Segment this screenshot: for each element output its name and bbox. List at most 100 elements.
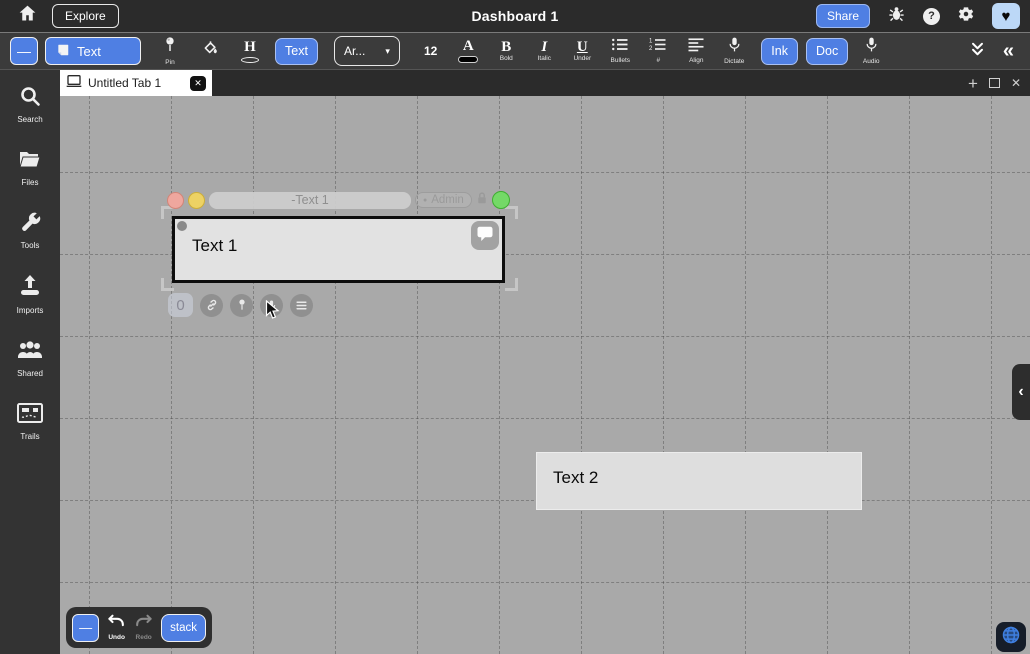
pin-icon [162, 36, 178, 59]
redo-caption: Redo [136, 635, 152, 642]
sidebar-label: Search [17, 116, 42, 124]
comment-button[interactable] [471, 221, 499, 250]
tab-untitled-tab-1[interactable]: Untitled Tab 1 ✕ [60, 70, 212, 96]
text1-title-pill[interactable]: -Text 1 [209, 192, 411, 209]
fill-color-button[interactable] [197, 39, 223, 63]
wrench-icon [18, 210, 42, 239]
ink-button[interactable]: Ink [761, 38, 798, 65]
minimize-dot-button[interactable] [188, 192, 205, 209]
grid-line [499, 96, 500, 654]
dictate-caption: Dictate [724, 59, 744, 66]
text-mode-button[interactable]: Text [275, 38, 318, 65]
text2-content[interactable]: Text 2 [553, 468, 598, 488]
pin-annotation-button[interactable] [230, 294, 253, 317]
grid-line [60, 172, 1030, 173]
ink-label: Ink [771, 44, 788, 58]
help-button[interactable]: ? [923, 8, 940, 25]
chevron-left-icon: ‹ [1018, 383, 1023, 401]
stack-button[interactable]: stack [161, 614, 206, 642]
sidebar-label: Shared [17, 370, 43, 378]
sidebar-label: Imports [17, 307, 44, 315]
settings-gear-icon[interactable] [957, 5, 975, 28]
doc-button[interactable]: Doc [806, 38, 848, 65]
font-family-dropdown[interactable]: Ar... ▾ [334, 36, 400, 66]
sidebar-item-files[interactable]: Files [0, 147, 60, 187]
text1-title-label: -Text 1 [291, 193, 329, 207]
page-title: Dashboard 1 [472, 8, 559, 24]
audio-button[interactable]: Audio [858, 36, 884, 66]
sidebar-item-shared[interactable]: Shared [0, 338, 60, 378]
text1-content[interactable]: Text 1 [192, 236, 237, 256]
close-dashboard-icon[interactable]: ✕ [1011, 77, 1021, 89]
dictate-button[interactable]: Dictate [721, 36, 747, 66]
drag-handle-dot[interactable] [177, 221, 187, 231]
redo-button[interactable]: Redo [134, 614, 153, 642]
align-button[interactable]: Align [683, 37, 709, 65]
canvas[interactable]: -Text 1 ● Admin Text 1 0 [60, 96, 1030, 654]
maximize-icon[interactable] [989, 78, 1000, 88]
heading-button[interactable]: H [237, 40, 263, 63]
admin-badge[interactable]: ● Admin [415, 192, 472, 208]
grid-line [60, 336, 1030, 337]
text2-node[interactable]: Text 2 [536, 452, 862, 510]
add-tab-button[interactable]: + [968, 75, 978, 92]
text-tool-button[interactable]: Text [45, 37, 141, 65]
double-chevron-left-icon[interactable]: « [1003, 41, 1014, 61]
grid-line [171, 96, 172, 654]
stack-label: stack [170, 622, 197, 634]
font-color-swatch [458, 56, 478, 63]
admin-dot-icon: ● [423, 197, 427, 204]
note-icon [56, 43, 70, 60]
favorites-heart-button[interactable]: ♥ [992, 3, 1020, 29]
link-button[interactable] [200, 294, 223, 317]
underline-button[interactable]: U Under [569, 40, 595, 63]
share-label: Share [827, 9, 859, 23]
numbered-list-button[interactable]: 1 2 # [645, 37, 671, 65]
italic-button[interactable]: I Italic [531, 40, 557, 63]
bug-report-icon[interactable] [887, 4, 906, 28]
menu-button[interactable] [290, 294, 313, 317]
bullet-list-button[interactable]: Bullets [607, 37, 633, 65]
bullet-list-caption: Bullets [611, 58, 631, 65]
chevron-down-icon: ▾ [385, 46, 390, 57]
sidebar-label: Trails [20, 433, 39, 441]
bold-button[interactable]: B Bold [493, 40, 519, 63]
left-sidebar: Search Files Tools Imports [0, 70, 60, 654]
undo-button[interactable]: Undo [107, 614, 126, 642]
pin-button[interactable]: Pin [157, 36, 183, 67]
explore-button[interactable]: Explore [52, 4, 119, 28]
font-size-value[interactable]: 12 [424, 44, 437, 58]
heart-icon: ♥ [1002, 8, 1011, 25]
tab-close-button[interactable]: ✕ [190, 76, 206, 91]
grid-line [60, 418, 1030, 419]
lock-icon[interactable] [476, 191, 488, 210]
double-chevron-down-icon[interactable] [968, 40, 987, 63]
heading-glyph: H [244, 40, 256, 55]
collapse-dash-button[interactable]: — [10, 37, 38, 65]
font-color-button[interactable]: A [455, 39, 481, 63]
home-button[interactable] [14, 3, 40, 29]
svg-text:1: 1 [649, 39, 653, 45]
sidebar-item-imports[interactable]: Imports [0, 273, 60, 315]
right-panel-flyout[interactable]: ‹ [1012, 364, 1030, 420]
bold-caption: Bold [500, 56, 513, 63]
mic-button[interactable] [260, 294, 283, 317]
close-dot-button[interactable] [167, 192, 184, 209]
trails-icon [16, 401, 44, 430]
sidebar-item-tools[interactable]: Tools [0, 210, 60, 250]
dash-label: — [79, 620, 92, 635]
text1-title-row: -Text 1 ● Admin [167, 191, 510, 209]
globe-button[interactable] [996, 622, 1026, 652]
grid-line [253, 96, 254, 654]
sidebar-item-trails[interactable]: Trails [0, 401, 60, 441]
app-root: Explore Dashboard 1 Share ? [0, 0, 1030, 654]
home-icon [17, 3, 38, 29]
status-dot-green[interactable] [492, 191, 510, 209]
undo-caption: Undo [108, 635, 125, 642]
sidebar-item-search[interactable]: Search [0, 84, 60, 124]
share-button[interactable]: Share [816, 4, 870, 28]
toolbar-dash-button[interactable]: — [72, 614, 99, 642]
grid-line [827, 96, 828, 654]
text1-node[interactable]: Text 1 [172, 216, 505, 283]
link-count-chip[interactable]: 0 [168, 293, 193, 317]
